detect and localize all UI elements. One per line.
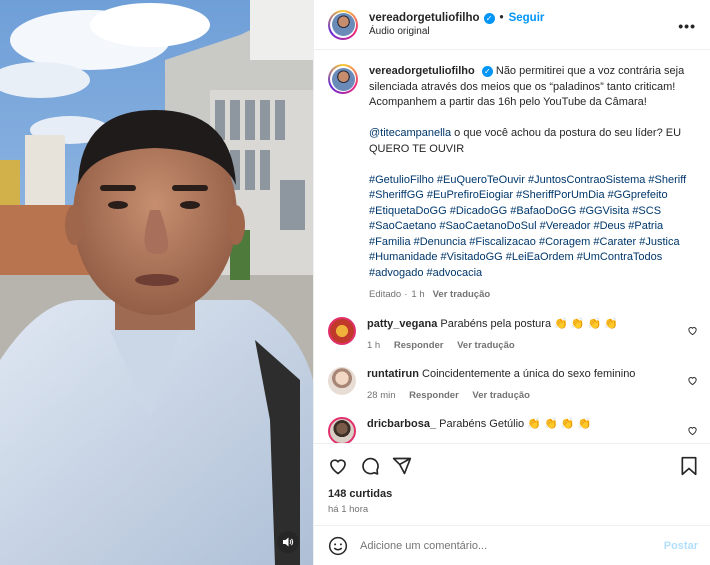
verified-icon: ✓ [481,66,493,78]
comment-reply-button[interactable]: Responder [394,340,444,351]
comment-button[interactable] [360,456,380,476]
caption-edited: Editado [369,289,402,300]
comment-time: 28 min [367,389,396,401]
follow-button[interactable]: Seguir [509,12,545,24]
comment-username[interactable]: patty_vegana [367,318,437,330]
post-actions: 148 curtidas há 1 hora [314,443,710,515]
comment-text: Coincidentemente a única do sexo feminin… [422,367,636,380]
comment-input[interactable] [360,539,664,552]
emoji-icon[interactable] [328,536,348,556]
audio-toggle-button[interactable] [277,531,299,553]
caption: vereadorgetuliofilho ✓ Não permitirei qu… [328,64,698,303]
caption-time: 1 h [411,289,425,300]
post-time: há 1 hora [328,504,369,515]
like-button[interactable] [328,456,348,476]
likes-count[interactable]: 148 curtidas [328,488,698,500]
comment-item: runtatirun Coincidentemente a única do s… [328,366,698,403]
caption-hashtags[interactable]: #GetulioFilho #EuQueroTeOuvir #JuntosCon… [369,174,686,279]
post-header: vereadorgetuliofilho ✓ • Seguir Áudio or… [314,0,710,50]
post-button[interactable]: Postar [664,540,698,552]
add-comment-bar: Postar [314,525,710,565]
comment-like-icon[interactable] [687,425,698,436]
comment-avatar[interactable] [328,316,356,345]
author-username[interactable]: vereadorgetuliofilho [369,12,480,24]
comment-like-icon[interactable] [687,325,698,336]
save-icon [681,456,697,476]
share-icon [392,457,412,475]
audio-icon [283,537,294,547]
comment-item: patty_vegana Parabéns pela postura 👏 👏 👏… [328,316,698,353]
comment-item: dricbarbosa_ Parabéns Getúlio 👏 👏 👏 👏 [328,416,698,443]
comment-text: Parabéns Getúlio 👏 👏 👏 👏 [439,417,592,430]
comment-time: 1 h [367,339,381,351]
audio-label[interactable]: Áudio original [369,26,544,37]
share-button[interactable] [392,456,412,476]
post-panel: vereadorgetuliofilho ✓ • Seguir Áudio or… [313,0,710,565]
comment-like-icon[interactable] [687,375,698,386]
video-media[interactable] [0,0,313,565]
caption-username[interactable]: vereadorgetuliofilho [369,65,475,77]
caption-mention[interactable]: @titecampanella [369,127,451,139]
heart-icon [330,459,346,475]
caption-avatar[interactable] [328,64,358,94]
comment-avatar[interactable] [328,416,356,443]
save-button[interactable] [680,456,698,476]
comments-area[interactable]: vereadorgetuliofilho ✓ Não permitirei qu… [314,50,710,443]
comment-translate-button[interactable]: Ver tradução [457,340,515,351]
author-avatar[interactable] [328,9,358,40]
caption-translate[interactable]: Ver tradução [433,289,491,300]
separator-dot: • [499,12,504,24]
comment-translate-button[interactable]: Ver tradução [472,390,530,401]
comment-reply-button[interactable]: Responder [409,390,459,401]
comment-text: Parabéns pela postura 👏 👏 👏 👏 [440,317,619,330]
comment-icon [362,457,379,475]
comment-username[interactable]: dricbarbosa_ [367,418,436,430]
comment-username[interactable]: runtatirun [367,368,419,380]
video-frame [0,0,313,565]
more-icon[interactable]: ••• [678,18,696,34]
comment-avatar[interactable] [328,366,356,395]
verified-icon: ✓ [483,12,495,24]
